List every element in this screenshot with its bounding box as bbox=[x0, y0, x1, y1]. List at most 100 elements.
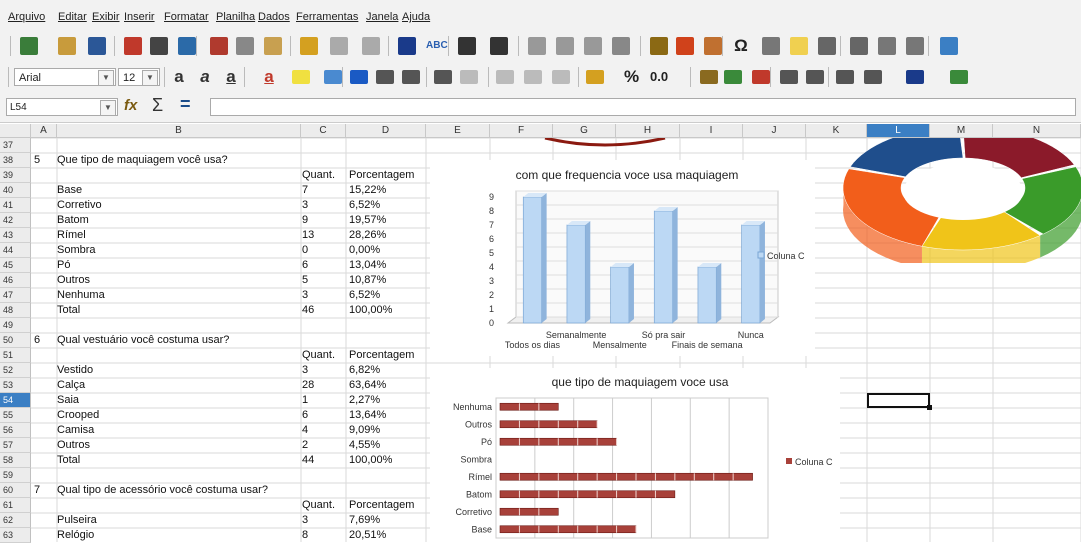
row-header-44[interactable]: 44 bbox=[0, 243, 31, 258]
cell-b[interactable]: Qual tipo de acessório você costuma usar… bbox=[57, 483, 268, 498]
highlight-icon[interactable] bbox=[292, 70, 310, 84]
background-color-icon[interactable] bbox=[324, 70, 342, 84]
cell-c[interactable]: 1 bbox=[302, 393, 308, 408]
chart-frequency[interactable]: com que frequencia voce usa maquiagem 0 1 2… bbox=[430, 160, 815, 356]
cell-d[interactable]: 13,04% bbox=[349, 258, 386, 273]
copy-icon[interactable] bbox=[236, 37, 254, 55]
cell-b[interactable]: Outros bbox=[57, 438, 90, 453]
cell-b[interactable]: Total bbox=[57, 303, 80, 318]
cell-d[interactable]: Porcentagem bbox=[349, 348, 414, 363]
cell-c[interactable]: 44 bbox=[302, 453, 314, 468]
save-icon[interactable] bbox=[88, 37, 106, 55]
define-print-area-icon[interactable] bbox=[850, 37, 868, 55]
font-name-box[interactable]: Arial ▼ bbox=[14, 68, 116, 86]
sort-descending-icon[interactable] bbox=[556, 37, 574, 55]
formula-input[interactable] bbox=[210, 98, 1076, 116]
cell-b[interactable]: Relógio bbox=[57, 528, 94, 543]
cell-b[interactable]: Vestido bbox=[57, 363, 93, 378]
menu-editar[interactable]: Editar bbox=[58, 11, 87, 23]
row-header-54[interactable]: 54 bbox=[0, 393, 31, 408]
chevron-down-icon[interactable]: ▼ bbox=[142, 70, 158, 86]
conditional-format-icon[interactable] bbox=[950, 70, 968, 84]
header-footer-icon[interactable] bbox=[818, 37, 836, 55]
corner-select-all[interactable] bbox=[0, 124, 31, 138]
standard-filter-icon[interactable] bbox=[612, 37, 630, 55]
align-center-icon[interactable] bbox=[376, 70, 394, 84]
show-draw-icon[interactable] bbox=[940, 37, 958, 55]
chevron-down-icon[interactable]: ▼ bbox=[98, 70, 114, 86]
cell-c[interactable]: 6 bbox=[302, 408, 308, 423]
equals-icon[interactable]: = bbox=[180, 94, 191, 115]
wrap-text-icon[interactable] bbox=[434, 70, 452, 84]
menu-ferramentas[interactable]: Ferramentas bbox=[296, 11, 358, 23]
row-header-56[interactable]: 56 bbox=[0, 423, 31, 438]
cell-d[interactable]: 63,64% bbox=[349, 378, 386, 393]
cell-d[interactable]: 6,82% bbox=[349, 363, 380, 378]
function-wizard-icon[interactable]: fx bbox=[124, 97, 137, 114]
cell-a[interactable]: 5 bbox=[34, 153, 40, 168]
cell-c[interactable]: 3 bbox=[302, 513, 308, 528]
row-header-58[interactable]: 58 bbox=[0, 453, 31, 468]
column-header-h[interactable]: H bbox=[616, 124, 680, 138]
column-header-j[interactable]: J bbox=[743, 124, 806, 138]
column-header-e[interactable]: E bbox=[426, 124, 490, 138]
row-header-57[interactable]: 57 bbox=[0, 438, 31, 453]
cell-c[interactable]: 13 bbox=[302, 228, 314, 243]
cell-b[interactable]: Pó bbox=[57, 258, 70, 273]
cell-d[interactable]: 100,00% bbox=[349, 303, 392, 318]
cell-c[interactable]: 3 bbox=[302, 198, 308, 213]
row-header-55[interactable]: 55 bbox=[0, 408, 31, 423]
clone-format-icon[interactable] bbox=[300, 37, 318, 55]
row-header-53[interactable]: 53 bbox=[0, 378, 31, 393]
cut-icon[interactable] bbox=[210, 37, 228, 55]
underline-icon[interactable]: a bbox=[222, 68, 240, 86]
cell-b[interactable]: Rímel bbox=[57, 228, 86, 243]
image-icon[interactable] bbox=[650, 37, 668, 55]
name-box[interactable]: L54 ▼ bbox=[6, 98, 118, 116]
cell-d[interactable]: 0,00% bbox=[349, 243, 380, 258]
cell-d[interactable]: Porcentagem bbox=[349, 498, 414, 513]
row-header-42[interactable]: 42 bbox=[0, 213, 31, 228]
comment-icon[interactable] bbox=[790, 37, 808, 55]
cell-d[interactable]: 4,55% bbox=[349, 438, 380, 453]
chart-donut[interactable] bbox=[838, 125, 1081, 272]
cell-b[interactable]: Calça bbox=[57, 378, 85, 393]
freeze-rows-icon[interactable] bbox=[878, 37, 896, 55]
cell-c[interactable]: Quant. bbox=[302, 348, 335, 363]
column-header-n[interactable]: N bbox=[993, 124, 1081, 138]
find-replace-icon[interactable] bbox=[398, 37, 416, 55]
cell-d[interactable]: 2,27% bbox=[349, 393, 380, 408]
currency-icon[interactable] bbox=[586, 70, 604, 84]
sort-ascending-icon[interactable] bbox=[528, 37, 546, 55]
special-character-icon[interactable]: Ω bbox=[732, 37, 750, 55]
chevron-down-icon[interactable]: ▼ bbox=[100, 100, 116, 116]
delete-decimal-icon[interactable] bbox=[752, 70, 770, 84]
align-top-icon[interactable] bbox=[496, 70, 514, 84]
cell-b[interactable]: Batom bbox=[57, 213, 89, 228]
row-header-47[interactable]: 47 bbox=[0, 288, 31, 303]
cell-c[interactable]: 7 bbox=[302, 183, 308, 198]
row-header-40[interactable]: 40 bbox=[0, 183, 31, 198]
cell-c[interactable]: 28 bbox=[302, 378, 314, 393]
menu-formatar[interactable]: Formatar bbox=[164, 11, 209, 23]
cell-d[interactable]: 7,69% bbox=[349, 513, 380, 528]
row-header-60[interactable]: 60 bbox=[0, 483, 31, 498]
row-header-63[interactable]: 63 bbox=[0, 528, 31, 543]
cell-c[interactable]: 8 bbox=[302, 528, 308, 543]
italic-icon[interactable]: a bbox=[196, 68, 214, 86]
chart-icon[interactable] bbox=[676, 37, 694, 55]
cell-b[interactable]: Saia bbox=[57, 393, 79, 408]
row-header-45[interactable]: 45 bbox=[0, 258, 31, 273]
sum-icon[interactable]: Σ bbox=[152, 95, 163, 116]
cell-c[interactable]: 46 bbox=[302, 303, 314, 318]
cell-c[interactable]: 6 bbox=[302, 258, 308, 273]
cell-a[interactable]: 7 bbox=[34, 483, 40, 498]
pivot-table-icon[interactable] bbox=[704, 37, 722, 55]
column-header-i[interactable]: I bbox=[680, 124, 743, 138]
column-icon[interactable] bbox=[490, 37, 508, 55]
bold-icon[interactable]: a bbox=[170, 68, 188, 86]
cell-d[interactable]: 100,00% bbox=[349, 453, 392, 468]
menu-ajuda[interactable]: Ajuda bbox=[402, 11, 430, 23]
open-folder-icon[interactable] bbox=[58, 37, 76, 55]
row-header-52[interactable]: 52 bbox=[0, 363, 31, 378]
